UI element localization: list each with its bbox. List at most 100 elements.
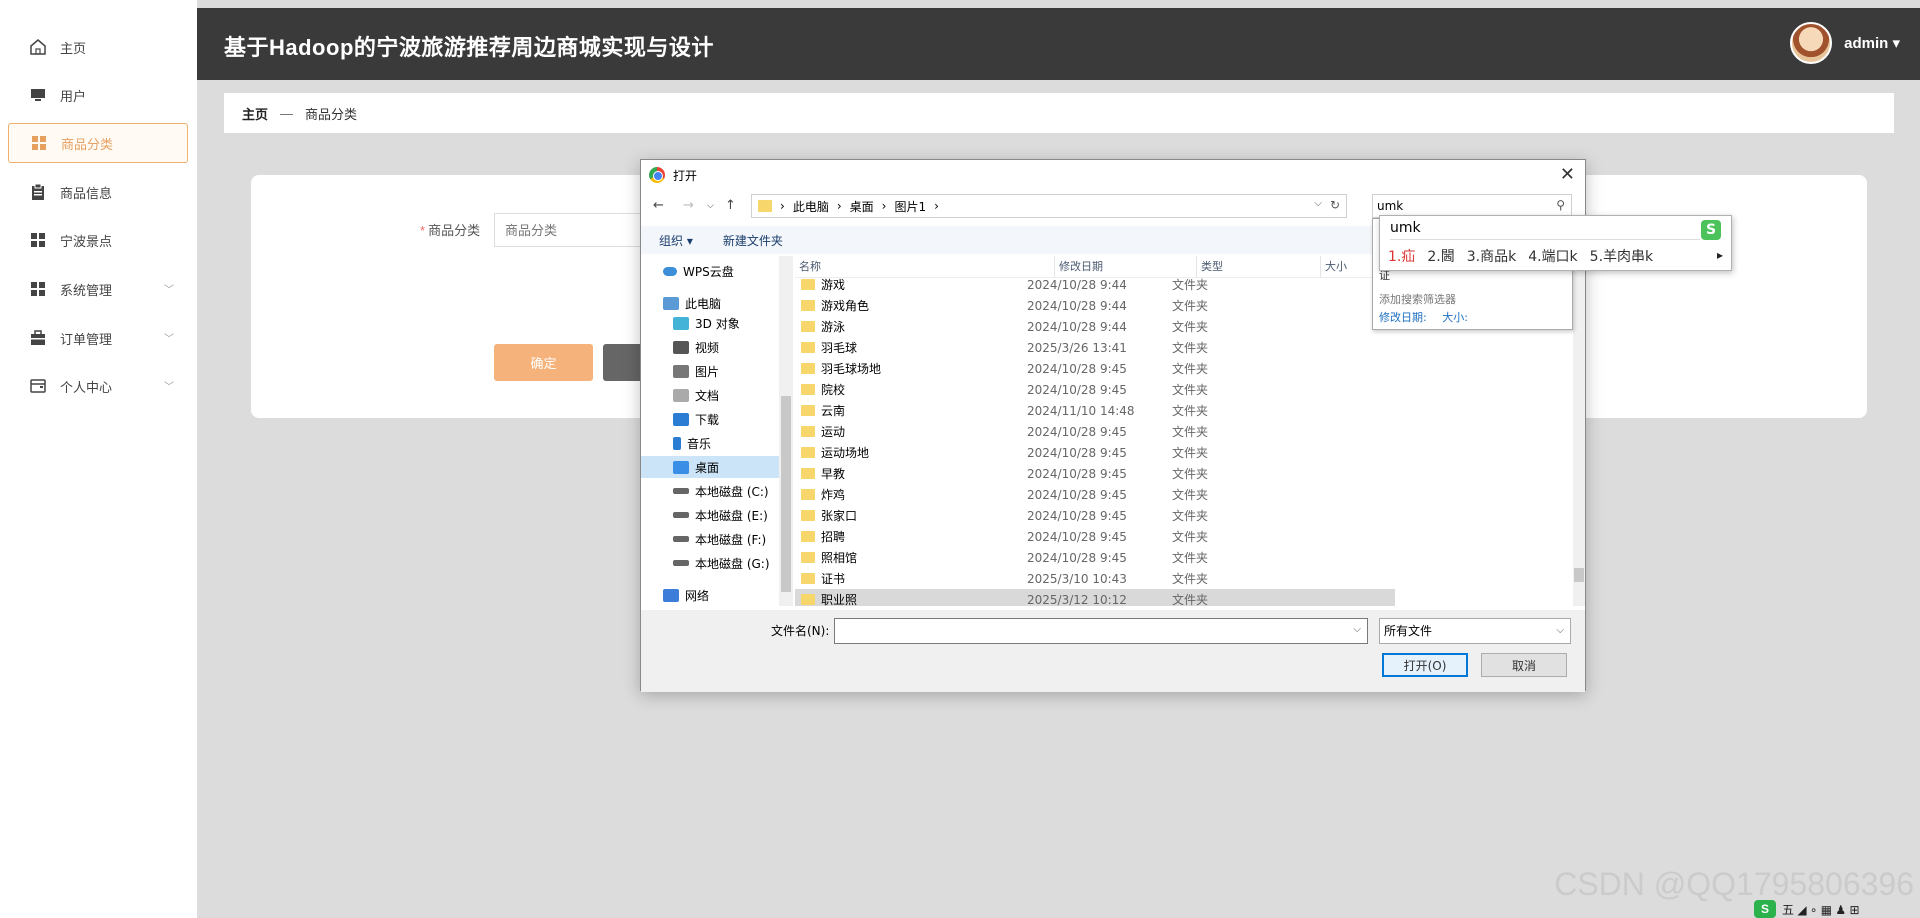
folder-icon: [801, 279, 815, 290]
chevron-down-icon[interactable]: ⌵: [1353, 624, 1361, 635]
dialog-titlebar: 打开 ✕: [641, 160, 1585, 190]
table-row[interactable]: 羽毛球场地 2024/10/28 9:45 文件夹: [795, 358, 1395, 379]
nav-scrollbar[interactable]: [779, 256, 793, 606]
ime-candidate[interactable]: 1.疝: [1388, 246, 1415, 266]
table-row[interactable]: 云南 2024/11/10 14:48 文件夹: [795, 400, 1395, 421]
nav-item-network[interactable]: 网络: [641, 584, 781, 606]
table-row[interactable]: 游泳 2024/10/28 9:44 文件夹: [795, 316, 1395, 337]
new-folder-button[interactable]: 新建文件夹: [723, 232, 783, 249]
file-date: 2024/10/28 9:45: [1027, 361, 1127, 376]
avatar[interactable]: [1790, 22, 1832, 64]
breadcrumb-separator: —: [280, 105, 294, 121]
recent-dropdown-icon[interactable]: ⌵: [707, 201, 714, 211]
folder-icon: [801, 342, 815, 353]
sidebar-item-product-info[interactable]: 商品信息: [8, 172, 188, 212]
folder-icon: [801, 321, 815, 332]
table-row[interactable]: 招聘 2024/10/28 9:45 文件夹: [795, 526, 1395, 547]
filename-input[interactable]: ⌵: [834, 618, 1368, 644]
ime-candidate[interactable]: 5.羊肉串k: [1590, 246, 1653, 266]
cancel-button[interactable]: 取消: [1481, 653, 1567, 677]
table-row[interactable]: 游戏角色 2024/10/28 9:44 文件夹: [795, 295, 1395, 316]
file-type: 文件夹: [1172, 509, 1209, 523]
nav-item-drive-g[interactable]: 本地磁盘 (G:): [641, 552, 781, 574]
sidebar-item-orders[interactable]: 订单管理 ﹀: [8, 318, 188, 358]
table-row[interactable]: 职业照 2025/3/12 10:12 文件夹: [795, 589, 1395, 606]
table-row[interactable]: 运动 2024/10/28 9:45 文件夹: [795, 421, 1395, 442]
sidebar-item-category[interactable]: 商品分类: [8, 123, 188, 163]
breadcrumb-home[interactable]: 主页: [242, 104, 268, 123]
file-name: 证书: [821, 572, 846, 586]
table-row[interactable]: 羽毛球 2025/3/26 13:41 文件夹: [795, 337, 1395, 358]
sidebar-item-users[interactable]: 用户: [8, 75, 188, 115]
table-row[interactable]: 早教 2024/10/28 9:45 文件夹: [795, 463, 1395, 484]
back-arrow-icon[interactable]: ←: [653, 198, 664, 213]
nav-item-drive-c[interactable]: 本地磁盘 (C:): [641, 480, 781, 502]
table-row[interactable]: 运动场地 2024/10/28 9:45 文件夹: [795, 442, 1395, 463]
nav-item-documents[interactable]: 文档: [641, 384, 781, 406]
nav-item-music[interactable]: 音乐: [641, 432, 781, 454]
file-date: 2024/10/28 9:44: [1027, 319, 1127, 334]
sogou-tray-icon[interactable]: S: [1754, 900, 1776, 918]
file-date: 2024/10/28 9:45: [1027, 445, 1127, 460]
sidebar-item-profile[interactable]: 个人中心 ﹀: [8, 366, 188, 406]
add-filter-hint: 添加搜索筛选器: [1379, 293, 1456, 306]
file-type: 文件夹: [1172, 467, 1209, 481]
sidebar-item-system[interactable]: 系统管理 ﹀: [8, 269, 188, 309]
file-type: 文件夹: [1172, 404, 1209, 418]
nav-item-pictures[interactable]: 图片: [641, 360, 781, 382]
refresh-icon[interactable]: ↻: [1330, 198, 1340, 212]
ime-candidate[interactable]: 4.端口k: [1528, 246, 1577, 266]
sidebar-item-scenic[interactable]: 宁波景点: [8, 220, 188, 260]
file-date: 2024/10/28 9:45: [1027, 466, 1127, 481]
chevron-down-icon[interactable]: ⌵: [1314, 198, 1322, 209]
chevron-down-icon: ⌵: [1556, 625, 1564, 636]
filter-size[interactable]: 大小:: [1442, 311, 1468, 324]
confirm-button[interactable]: 确定: [494, 344, 593, 381]
reset-button[interactable]: [603, 344, 643, 381]
path-segment[interactable]: 图片1: [894, 198, 926, 215]
folder-icon: [801, 531, 815, 542]
file-name: 运动: [821, 425, 846, 439]
nav-item-drive-e[interactable]: 本地磁盘 (E:): [641, 504, 781, 526]
file-type: 文件夹: [1172, 320, 1209, 334]
table-row[interactable]: 张家口 2024/10/28 9:45 文件夹: [795, 505, 1395, 526]
forward-arrow-icon[interactable]: →: [683, 198, 694, 213]
folder-icon: [801, 510, 815, 521]
user-menu[interactable]: admin ▾: [1844, 34, 1900, 52]
chevron-down-icon: ﹀: [164, 285, 174, 296]
path-segment[interactable]: 此电脑: [793, 198, 829, 215]
nav-item-downloads[interactable]: 下载: [641, 408, 781, 430]
up-arrow-icon[interactable]: ↑: [725, 198, 736, 213]
open-button[interactable]: 打开(O): [1382, 653, 1468, 677]
ime-candidate[interactable]: 2.閪: [1427, 246, 1454, 266]
next-page-icon[interactable]: ▸: [1717, 248, 1723, 262]
drive-icon: [673, 488, 689, 494]
table-row[interactable]: 院校 2024/10/28 9:45 文件夹: [795, 379, 1395, 400]
table-row[interactable]: 照相馆 2024/10/28 9:45 文件夹: [795, 547, 1395, 568]
file-date: 2024/10/28 9:45: [1027, 487, 1127, 502]
filter-date[interactable]: 修改日期:: [1379, 311, 1427, 324]
file-list-scrollbar[interactable]: [1573, 256, 1585, 606]
nav-item-drive-f[interactable]: 本地磁盘 (F:): [641, 528, 781, 550]
path-segment[interactable]: 桌面: [850, 198, 874, 215]
table-row[interactable]: 游戏 2024/10/28 9:44 文件夹: [795, 274, 1395, 295]
nav-item-wps-cloud[interactable]: WPS云盘: [641, 260, 781, 282]
table-row[interactable]: 炸鸡 2024/10/28 9:45 文件夹: [795, 484, 1395, 505]
folder-icon: [801, 594, 815, 605]
file-date: 2024/10/28 9:44: [1027, 298, 1127, 313]
address-bar[interactable]: › 此电脑 › 桌面 › 图片1 › ⌵ ↻: [751, 194, 1347, 218]
computer-icon: [663, 296, 679, 310]
nav-item-this-pc[interactable]: 此电脑: [641, 292, 781, 314]
nav-item-3d[interactable]: 3D 对象: [641, 312, 781, 334]
nav-item-desktop[interactable]: 桌面: [641, 456, 781, 478]
ime-candidate[interactable]: 3.商品k: [1467, 246, 1516, 266]
sidebar-item-home[interactable]: 主页: [8, 27, 188, 67]
organize-button[interactable]: 组织 ▾: [659, 232, 693, 249]
close-icon[interactable]: ✕: [1560, 164, 1575, 185]
nav-item-video[interactable]: 视频: [641, 336, 781, 358]
ime-tray-buttons[interactable]: 五 ◢ ∘ ▦ ♟ ⊞: [1782, 901, 1860, 918]
filetype-select[interactable]: 所有文件 ⌵: [1379, 618, 1571, 644]
folder-icon: [801, 363, 815, 374]
category-input[interactable]: [494, 213, 644, 247]
table-row[interactable]: 证书 2025/3/10 10:43 文件夹: [795, 568, 1395, 589]
